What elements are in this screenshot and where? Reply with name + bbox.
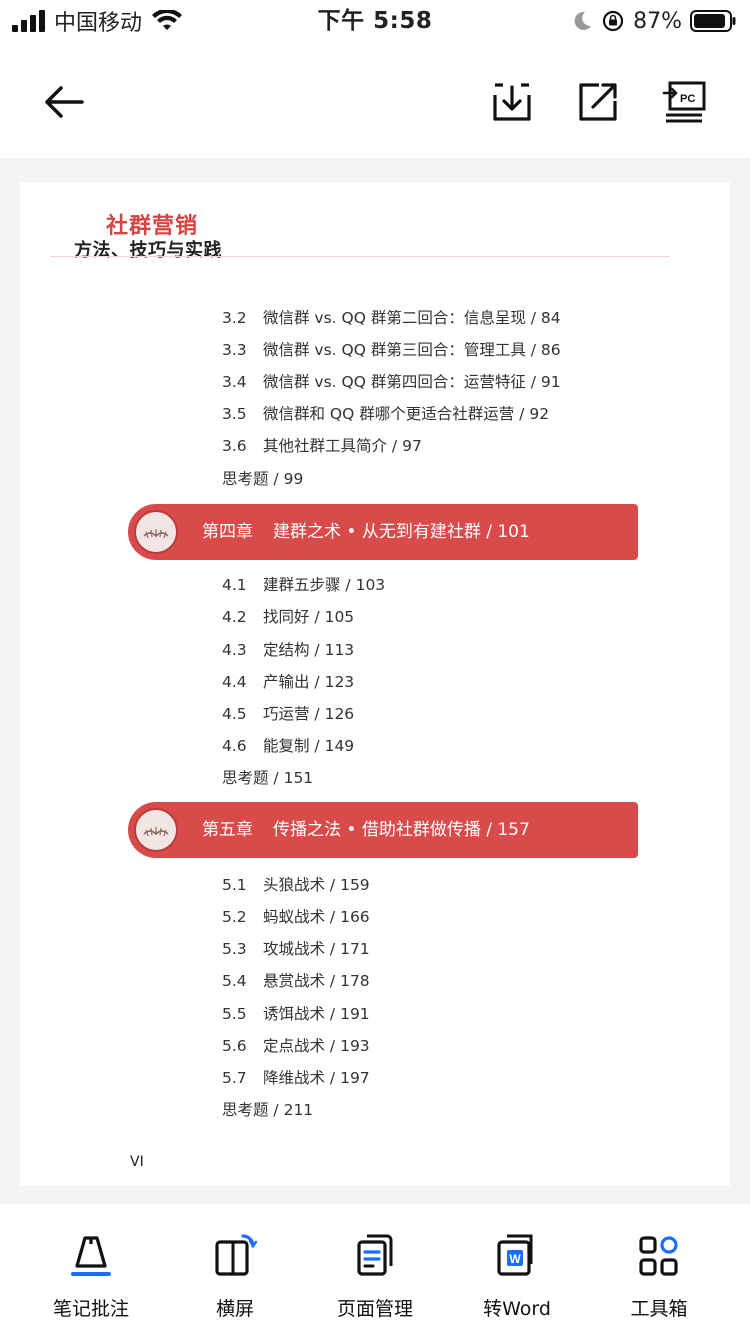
toc-entry: 3.6 其他社群工具简介 / 97 — [222, 437, 422, 455]
bottom-action-bar: 笔记批注 横屏 页面管理 W 转Word 工具箱 — [0, 1204, 750, 1334]
toc-entry: 3.2 微信群 vs. QQ 群第二回合：信息呈现 / 84 — [222, 309, 561, 327]
toc-entry: 5.5 诱饵战术 / 191 — [222, 1005, 370, 1023]
top-toolbar: PC — [0, 44, 750, 158]
document-page[interactable]: 社群营销 方法、技巧与实践 3.2 微信群 vs. QQ 群第二回合：信息呈现 /… — [20, 182, 730, 1186]
toc-entry: 5.2 蚂蚁战术 / 166 — [222, 908, 370, 926]
status-right: 87% — [571, 6, 736, 36]
chapter-heading: 第五章 传播之法 • 借助社群做传播 / 157 — [202, 802, 530, 858]
book-emblem-icon — [134, 808, 178, 852]
battery-percentage: 87% — [633, 8, 682, 34]
svg-text:PC: PC — [680, 93, 695, 105]
back-arrow-icon — [45, 86, 84, 118]
toc-entry: 5.1 头狼战术 / 159 — [222, 876, 370, 894]
book-subtitle: 方法、技巧与实践 — [74, 240, 222, 261]
chapter-banner-5: 第五章 传播之法 • 借助社群做传播 / 157 — [128, 802, 638, 858]
header-divider — [50, 256, 670, 257]
toc-review: 思考题 / 99 — [222, 470, 304, 488]
toc-entry: 4.5 巧运营 / 126 — [222, 705, 355, 723]
toc-entry: 4.6 能复制 / 149 — [222, 737, 355, 755]
toc-entry: 4.2 找同好 / 105 — [222, 608, 355, 626]
page-number: VI — [130, 1154, 144, 1170]
moon-icon — [574, 11, 592, 30]
toolbox-button[interactable]: 工具箱 — [584, 1224, 734, 1324]
battery-icon — [690, 10, 736, 32]
send-to-pc-button[interactable]: PC — [660, 78, 708, 126]
toc-entry: 3.5 微信群和 QQ 群哪个更适合社群运营 / 92 — [222, 405, 550, 423]
rotate-icon — [211, 1232, 259, 1280]
toc-entry: 3.3 微信群 vs. QQ 群第三回合：管理工具 / 86 — [222, 341, 561, 359]
chapter-banner-4: 第四章 建群之术 • 从无到有建社群 / 101 — [128, 504, 638, 560]
pages-icon — [351, 1232, 399, 1280]
download-icon — [493, 83, 531, 121]
landscape-button[interactable]: 横屏 — [160, 1224, 310, 1324]
share-button[interactable] — [574, 78, 622, 126]
grid-icon — [635, 1232, 683, 1280]
chapter-heading: 第四章 建群之术 • 从无到有建社群 / 101 — [202, 504, 530, 560]
toc-review: 思考题 / 151 — [222, 769, 314, 787]
status-bar: 中国移动 下午 5:58 87% — [0, 0, 750, 44]
toc-entry: 5.3 攻城战术 / 171 — [222, 940, 370, 958]
chapter-title: 建群之术 • 从无到有建社群 / 101 — [273, 522, 530, 542]
toc-entry: 4.3 定结构 / 113 — [222, 641, 355, 659]
chapter-title: 传播之法 • 借助社群做传播 / 157 — [273, 820, 530, 840]
toc-entry: 4.1 建群五步骤 / 103 — [222, 576, 386, 594]
page-management-button[interactable]: 页面管理 — [300, 1224, 450, 1324]
download-button[interactable] — [488, 78, 536, 126]
rotation-lock-icon — [602, 10, 624, 32]
annotate-button[interactable]: 笔记批注 — [16, 1224, 166, 1324]
toc-entry: 4.4 产输出 / 123 — [222, 673, 355, 691]
svg-text:W: W — [509, 1252, 521, 1266]
chapter-label: 第四章 — [202, 522, 253, 542]
toc-entry: 5.7 降维战术 / 197 — [222, 1069, 370, 1087]
toc-entry: 5.6 定点战术 / 193 — [222, 1037, 370, 1055]
pen-icon — [67, 1232, 115, 1280]
toc-review: 思考题 / 211 — [222, 1101, 314, 1119]
book-emblem-icon — [134, 510, 178, 554]
toc-entry: 5.4 悬赏战术 / 178 — [222, 972, 370, 990]
word-icon: W — [493, 1232, 541, 1280]
pc-icon: PC — [662, 81, 706, 123]
back-button[interactable] — [40, 78, 88, 126]
share-icon — [579, 83, 617, 121]
chapter-label: 第五章 — [202, 820, 253, 840]
convert-word-button[interactable]: W 转Word — [442, 1224, 592, 1324]
toc-entry: 3.4 微信群 vs. QQ 群第四回合：运营特征 / 91 — [222, 373, 561, 391]
